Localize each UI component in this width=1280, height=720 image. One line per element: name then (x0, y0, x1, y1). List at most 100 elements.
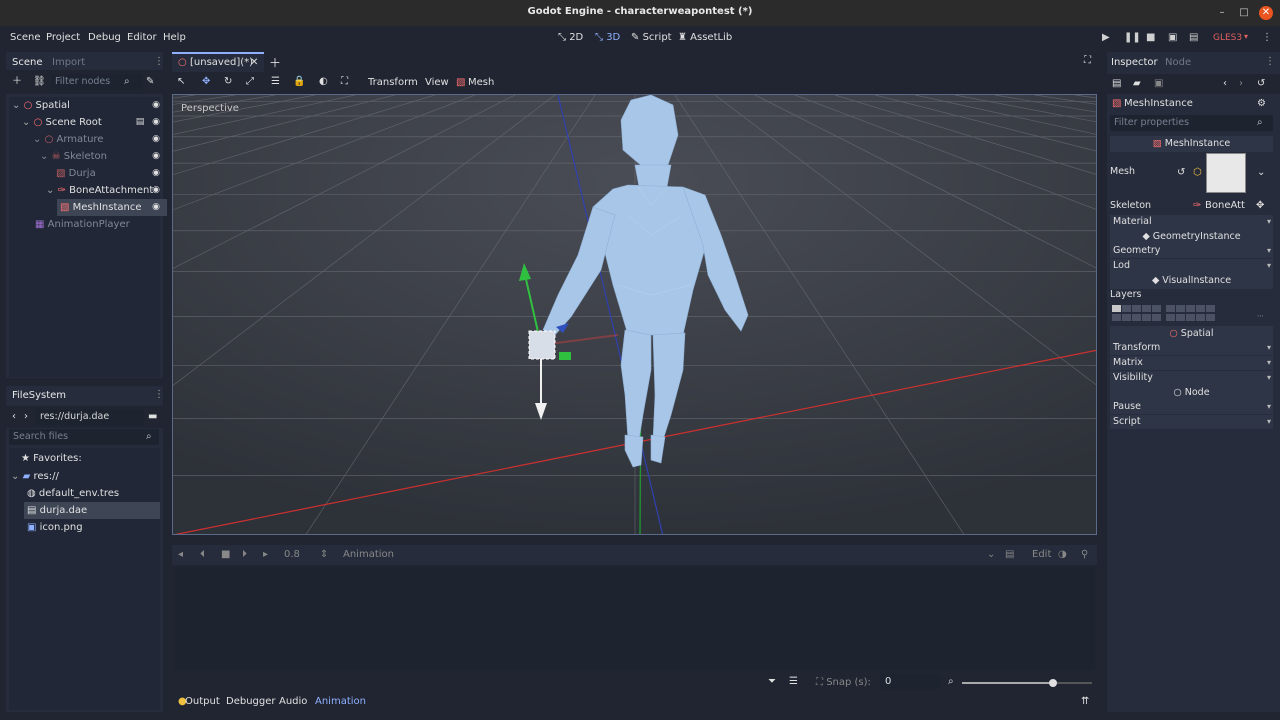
minimize-icon[interactable]: – (1215, 6, 1229, 20)
material-property[interactable]: Material ▾ (1110, 215, 1273, 229)
play-start-icon[interactable]: ⏵ (242, 549, 247, 561)
renderer-select[interactable]: GLES3 (1213, 33, 1242, 43)
edit-menu[interactable]: Edit (1032, 549, 1051, 560)
matrix-property[interactable]: Matrix ▾ (1110, 356, 1273, 370)
visibility-eye-icon[interactable]: ◉ (151, 202, 161, 212)
move-tool-icon[interactable]: ✥ (202, 76, 210, 88)
tab-unsaved[interactable]: ○ [unsaved](*) ✕ (172, 52, 264, 72)
gizmo-arrow-green-plane[interactable] (559, 352, 571, 360)
layers-more-icon[interactable]: ⋯ (1257, 310, 1264, 322)
file-item[interactable]: ◍ default_env.tres (27, 485, 119, 502)
mesh-menu[interactable]: Mesh (468, 77, 494, 88)
menu-dots-icon[interactable]: ⋮ (1265, 56, 1275, 68)
layer-bit[interactable] (1206, 305, 1215, 312)
tree-item-scene-root[interactable]: ⌄ ○ Scene Root (22, 114, 102, 131)
mode-2d-button[interactable]: ⤡ 2D (558, 32, 583, 43)
play-scene-icon[interactable]: ▣ (1168, 32, 1177, 43)
local-space-icon[interactable]: ◐ (319, 76, 328, 88)
layer-bit[interactable] (1186, 305, 1195, 312)
menu-scene[interactable]: Scene (10, 32, 41, 43)
play-backwards-start-icon[interactable]: ⏴ (200, 549, 205, 561)
visibility-eye-icon[interactable]: ◉ (151, 151, 161, 161)
layer-bit[interactable] (1166, 305, 1175, 312)
3d-viewport[interactable]: Perspective (172, 94, 1097, 535)
perspective-label[interactable]: Perspective (181, 103, 239, 114)
mode-3d-button[interactable]: ⤡ 3D (595, 32, 620, 43)
menu-help[interactable]: Help (163, 32, 186, 43)
transform-menu[interactable]: Transform (368, 77, 418, 88)
layer-bit[interactable] (1196, 305, 1205, 312)
load-resource-icon[interactable]: ▰ (1133, 78, 1141, 90)
object-properties-icon[interactable]: ⚙ (1257, 98, 1266, 110)
view-menu[interactable]: View (425, 77, 449, 88)
play-backwards-icon[interactable]: ◂ (178, 549, 183, 561)
new-resource-icon[interactable]: ▤ (1112, 78, 1121, 90)
tab-audio[interactable]: Audio (279, 696, 307, 707)
layer-bit[interactable] (1186, 314, 1195, 321)
layer-bit[interactable] (1176, 314, 1185, 321)
zoom-slider[interactable] (962, 679, 1092, 687)
distraction-free-icon[interactable]: ⛶ (1084, 55, 1091, 66)
split-mode-icon[interactable]: ▬ (148, 411, 157, 423)
favorites-item[interactable]: ★ Favorites: (21, 450, 82, 467)
res-root-item[interactable]: ⌄ ▰ res:// (11, 468, 59, 485)
tab-inspector[interactable]: Inspector (1111, 57, 1158, 68)
skeleton-value[interactable]: BoneAtt (1205, 200, 1245, 211)
expand-panel-icon[interactable]: ⇈ (1081, 696, 1089, 707)
tree-item-skeleton[interactable]: ⌄ ☠ Skeleton (40, 148, 107, 165)
tab-import[interactable]: Import (52, 57, 85, 68)
tree-item-durja[interactable]: ▧ Durja (56, 165, 96, 182)
save-resource-icon[interactable]: ▣ (1154, 78, 1163, 90)
section-visualinstance[interactable]: ◆ VisualInstance (1110, 273, 1273, 289)
layer-bit[interactable] (1112, 314, 1121, 321)
file-item-selected[interactable]: ▤ durja.dae (24, 502, 160, 519)
menu-editor[interactable]: Editor (127, 32, 157, 43)
layer-bit[interactable] (1206, 314, 1215, 321)
animation-track-area[interactable] (174, 567, 1095, 670)
zoom-slider-knob[interactable] (1049, 679, 1057, 687)
snap-icon[interactable]: ⛶ (341, 76, 348, 88)
section-meshinstance[interactable]: ▧ MeshInstance (1110, 136, 1273, 152)
geometry-property[interactable]: Geometry ▾ (1110, 244, 1273, 258)
tree-item-spatial[interactable]: ⌄ ○ Spatial (12, 97, 70, 114)
close-window-icon[interactable]: ✕ (1259, 6, 1273, 20)
path-field[interactable]: res://durja.dae (36, 409, 144, 425)
visibility-eye-icon[interactable]: ◉ (151, 117, 161, 127)
file-item[interactable]: ▣ icon.png (27, 519, 83, 536)
visibility-eye-icon[interactable]: ◉ (151, 134, 161, 144)
pin-icon[interactable]: ⚲ (1081, 549, 1088, 561)
menu-debug[interactable]: Debug (88, 32, 121, 43)
visibility-property[interactable]: Visibility ▾ (1110, 371, 1273, 385)
scale-tool-icon[interactable]: ⤢ (246, 76, 254, 88)
menu-dots-icon[interactable]: ⋮ (154, 56, 164, 68)
revert-icon[interactable]: ↺ (1177, 167, 1185, 179)
back-icon[interactable]: ‹ (12, 411, 16, 423)
history-icon[interactable]: ↺ (1257, 78, 1265, 90)
close-tab-icon[interactable]: ✕ (250, 57, 258, 68)
tree-item-boneattachment[interactable]: ⌄ ✑ BoneAttachment (46, 182, 153, 199)
stop-icon[interactable]: ■ (1146, 32, 1155, 43)
onion-skin-icon[interactable]: ◑ (1058, 549, 1067, 561)
menu-project[interactable]: Project (46, 32, 80, 43)
visibility-eye-icon[interactable]: ◉ (151, 168, 161, 178)
menu-dots-icon[interactable]: ⋮ (154, 389, 164, 401)
pause-icon[interactable]: ❚❚ (1124, 32, 1141, 43)
add-node-icon[interactable]: ＋ (12, 76, 22, 88)
script-property[interactable]: Script ▾ (1110, 415, 1273, 429)
layer-bit[interactable] (1122, 314, 1131, 321)
layer-bit[interactable] (1152, 314, 1161, 321)
list-select-icon[interactable]: ☰ (271, 76, 280, 88)
play-custom-icon[interactable]: ▤ (1189, 32, 1198, 43)
layers-grid[interactable] (1112, 305, 1252, 323)
visibility-eye-icon[interactable]: ◉ (151, 100, 161, 110)
editable-children-icon[interactable]: ▤ (135, 117, 145, 127)
tab-debugger[interactable]: Debugger (226, 696, 276, 707)
animation-time-field[interactable]: 0.8 (284, 549, 300, 560)
visibility-eye-icon[interactable]: ◉ (151, 185, 161, 195)
layer-bit[interactable] (1132, 314, 1141, 321)
layer-bit[interactable] (1122, 305, 1131, 312)
forward-icon[interactable]: › (24, 411, 28, 423)
layer-bit[interactable] (1142, 314, 1151, 321)
select-tool-icon[interactable]: ↖ (177, 76, 185, 88)
tab-scene[interactable]: Scene (12, 57, 43, 68)
